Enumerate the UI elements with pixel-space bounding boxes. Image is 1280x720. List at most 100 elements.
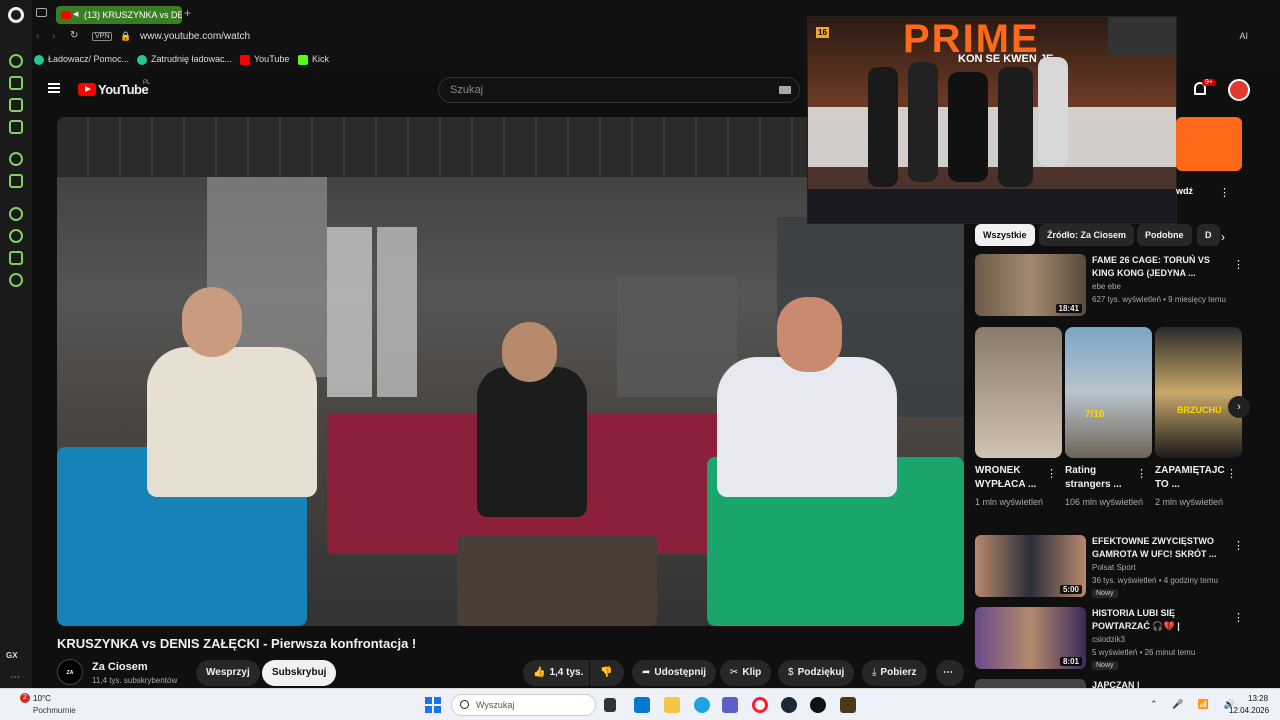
bookmark-item[interactable]: YouTube [240, 54, 289, 65]
short-item[interactable]: 7/10 Rating strangers ... ⋮ 106 mln wyśw… [1065, 327, 1152, 507]
reload-icon[interactable]: ↻ [70, 30, 78, 41]
new-tab-button[interactable]: + [184, 6, 191, 20]
gx-corner-icon[interactable] [9, 98, 23, 112]
taskbar-search-input[interactable]: Wyszukaj [451, 694, 596, 716]
bookmark-item[interactable]: Kick [298, 54, 329, 65]
tab-active[interactable]: ◀ (13) KRUSZYNKA vs DE [56, 6, 182, 24]
opera-logo-icon[interactable] [8, 7, 24, 23]
file-explorer-icon[interactable] [664, 697, 680, 713]
clock-date[interactable]: 12.04.2026 [1229, 706, 1269, 715]
forward-icon[interactable]: › [52, 31, 55, 42]
rec-channel[interactable]: Polsat Sport [1092, 563, 1136, 572]
channel-avatar[interactable]: ZA CIOSEM [57, 659, 83, 702]
messenger-icon[interactable] [9, 120, 23, 134]
ad-banner[interactable] [1176, 117, 1242, 171]
like-button[interactable]: 👍 1,4 tys. [523, 660, 589, 686]
youtube-logo-text[interactable]: YouTube [98, 82, 149, 97]
tab-menu-icon[interactable] [36, 8, 47, 17]
list-item[interactable]: JAPCZAN | MIĘDZYNARODOWA [975, 679, 1245, 688]
video-thumbnail[interactable] [975, 679, 1086, 688]
clip-button[interactable]: ✂ Klip [720, 660, 772, 686]
rec-channel[interactable]: ebe ebe [1092, 282, 1121, 291]
support-button[interactable]: Wesprzyj [196, 660, 260, 686]
system-tray[interactable]: ⌃ 🎤 📶 🔊 [1150, 699, 1241, 710]
short-title[interactable]: WRONEK WYPŁACA ... [975, 464, 1045, 492]
list-item[interactable]: 5:00 EFEKTOWNE ZWYCIĘSTWO GAMROTA W UFC!… [975, 535, 1245, 598]
kebab-icon[interactable]: ⋮ [1233, 611, 1244, 624]
list-item[interactable]: 8:01 HISTORIA LUBI SIĘ POWTARZAĆ 🎧💔 | KŁ… [975, 607, 1245, 670]
chip-source[interactable]: Źródło: Za Ciosem [1039, 224, 1135, 246]
player-icon[interactable] [9, 207, 23, 221]
kebab-icon[interactable]: ⋮ [1136, 467, 1147, 480]
kebab-icon[interactable]: ⋮ [1233, 258, 1244, 271]
user-avatar[interactable] [1228, 79, 1250, 101]
ai-label[interactable]: AI [1239, 31, 1248, 41]
task-view-icon[interactable] [604, 698, 616, 712]
steam-icon[interactable] [781, 697, 797, 713]
clock-time[interactable]: 13:28 [1248, 694, 1268, 703]
channel-name[interactable]: Za Ciosem [92, 661, 148, 673]
lock-icon[interactable]: 🔒 [120, 31, 131, 42]
list-item[interactable]: 18:41 FAME 26 CAGE: TORUŃ VS KING KONG (… [975, 254, 1245, 316]
video-thumbnail[interactable]: 5:00 [975, 535, 1086, 597]
short-item[interactable]: BRZUCHU ZAPAMIĘTAJCIE TO ... ⋮ 2 mln wyś… [1155, 327, 1242, 507]
dislike-button[interactable]: 👎 [590, 660, 624, 686]
video-thumbnail[interactable]: 18:41 [975, 254, 1086, 316]
bookmark-item[interactable]: Ładowacz/ Pomoc... [34, 54, 129, 65]
download-button[interactable]: ⤓ Pobierz [862, 660, 927, 686]
desktop-icon[interactable] [634, 697, 650, 713]
start-button[interactable] [425, 697, 441, 713]
rec-title[interactable]: EFEKTOWNE ZWYCIĘSTWO GAMROTA W UFC! SKRÓ… [1092, 535, 1222, 561]
short-item[interactable]: WRONEK WYPŁACA ... ⋮ 1 mln wyświetleń [975, 327, 1062, 507]
history-icon[interactable] [9, 229, 23, 243]
thanks-button[interactable]: $ Podziękuj [778, 660, 855, 686]
keyboard-icon[interactable] [779, 86, 791, 94]
short-thumbnail[interactable] [975, 327, 1062, 458]
kebab-icon[interactable]: ⋮ [1233, 539, 1244, 552]
short-thumbnail[interactable]: BRZUCHU [1155, 327, 1242, 458]
bookmark-item[interactable]: Zatrudnię ładowac... [137, 54, 232, 65]
subscribe-button[interactable]: Subskrybuj [262, 660, 337, 686]
short-title[interactable]: ZAPAMIĘTAJCIE TO ... [1155, 464, 1225, 492]
short-title[interactable]: Rating strangers ... [1065, 464, 1135, 492]
rec-title[interactable]: FAME 26 CAGE: TORUŃ VS KING KONG (JEDYNA… [1092, 254, 1222, 280]
back-icon[interactable]: ‹ [36, 31, 39, 42]
settings-icon[interactable] [9, 273, 23, 287]
rec-title[interactable]: HISTORIA LUBI SIĘ POWTARZAĆ 🎧💔 | KŁÓTNIE… [1092, 607, 1222, 633]
more-icon[interactable]: ⋯ [10, 672, 20, 683]
app-icon[interactable] [810, 697, 826, 713]
edge-icon[interactable] [694, 697, 710, 713]
video-thumbnail[interactable]: 8:01 [975, 607, 1086, 669]
chip-similar[interactable]: Podobne [1137, 224, 1192, 246]
game-icon[interactable] [840, 697, 856, 713]
weather-description[interactable]: Pochmurnie [33, 706, 76, 715]
kebab-icon[interactable]: ⋮ [1046, 467, 1057, 480]
twitch-icon[interactable] [9, 174, 23, 188]
youtube-logo-icon[interactable] [78, 83, 96, 96]
weather-temperature[interactable]: 10°C [33, 694, 51, 703]
url-field[interactable]: www.youtube.com/watch [140, 31, 250, 42]
rec-channel[interactable]: cslodzik3 [1092, 635, 1125, 644]
region-label: PL [143, 80, 151, 86]
arrow-icon[interactable] [9, 54, 23, 68]
short-thumbnail[interactable]: 7/10 [1065, 327, 1152, 458]
search-input[interactable]: Szukaj [438, 77, 800, 103]
more-actions-button[interactable]: ⋯ [936, 660, 964, 686]
chip-all[interactable]: Wszystkie [975, 224, 1035, 246]
gx-control-icon[interactable] [9, 76, 23, 90]
teams-icon[interactable] [722, 697, 738, 713]
chevron-right-icon[interactable]: › [1221, 230, 1225, 244]
chevron-right-icon[interactable]: › [1228, 396, 1250, 418]
rec-title[interactable]: JAPCZAN | MIĘDZYNARODOWA [1092, 679, 1222, 688]
opera-gx-icon[interactable] [752, 697, 768, 713]
chip-d[interactable]: D [1197, 224, 1220, 246]
picture-in-picture-window[interactable]: PRIME KON SE KWEN JE 16 [807, 16, 1177, 224]
share-button[interactable]: ➦ Udostępnij [632, 660, 717, 686]
extensions-icon[interactable] [9, 251, 23, 265]
kebab-icon[interactable]: ⋮ [1226, 467, 1237, 480]
menu-icon[interactable] [48, 83, 60, 93]
kebab-icon[interactable]: ⋮ [1219, 186, 1230, 199]
vpn-badge[interactable]: VPN [92, 32, 113, 41]
chatgpt-icon[interactable] [9, 152, 23, 166]
audio-icon[interactable]: ◀ [73, 11, 81, 19]
